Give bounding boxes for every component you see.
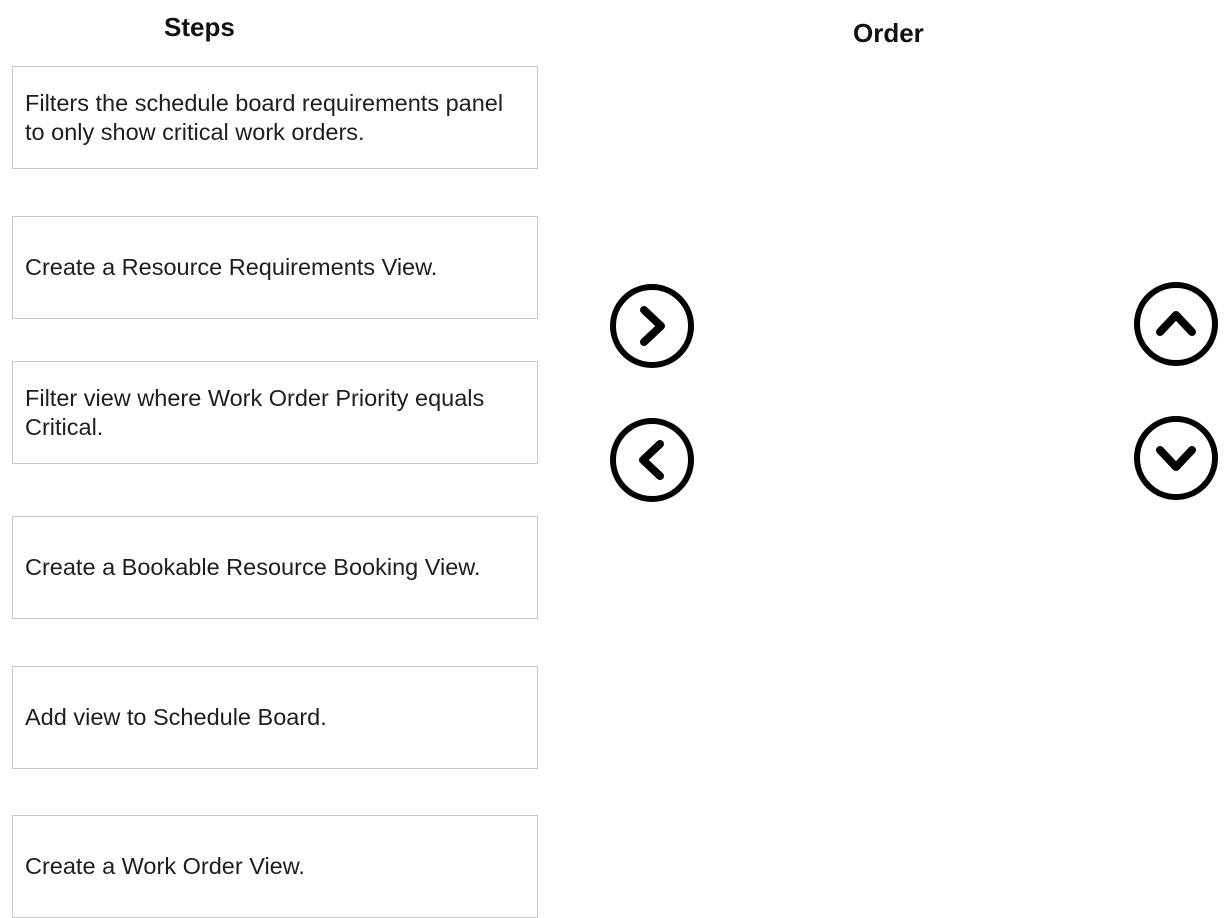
steps-heading: Steps <box>164 12 235 42</box>
step-item-text: Add view to Schedule Board. <box>25 704 327 730</box>
move-left-button[interactable] <box>609 417 695 503</box>
move-down-button[interactable] <box>1133 415 1219 501</box>
chevron-right-circle-icon <box>610 284 694 368</box>
step-item-text: Create a Resource Requirements View. <box>25 254 438 280</box>
step-item[interactable]: Add view to Schedule Board. <box>12 666 538 769</box>
order-heading: Order <box>853 18 924 48</box>
step-item[interactable]: Filters the schedule board requirements … <box>12 66 538 169</box>
step-item[interactable]: Create a Resource Requirements View. <box>12 216 538 319</box>
chevron-left-circle-icon <box>610 418 694 502</box>
step-item-text: Filter view where Work Order Priority eq… <box>25 384 485 440</box>
step-item[interactable]: Create a Work Order View. <box>12 815 538 918</box>
step-item-text: Filters the schedule board requirements … <box>25 89 504 145</box>
step-item-text: Create a Work Order View. <box>25 853 305 879</box>
chevron-down-circle-icon <box>1134 416 1218 500</box>
step-item[interactable]: Create a Bookable Resource Booking View. <box>12 516 538 619</box>
order-panel[interactable] <box>700 70 1120 900</box>
move-right-button[interactable] <box>609 283 695 369</box>
step-item[interactable]: Filter view where Work Order Priority eq… <box>12 361 538 464</box>
step-item-text: Create a Bookable Resource Booking View. <box>25 554 481 580</box>
move-up-button[interactable] <box>1133 281 1219 367</box>
chevron-up-circle-icon <box>1134 282 1218 366</box>
